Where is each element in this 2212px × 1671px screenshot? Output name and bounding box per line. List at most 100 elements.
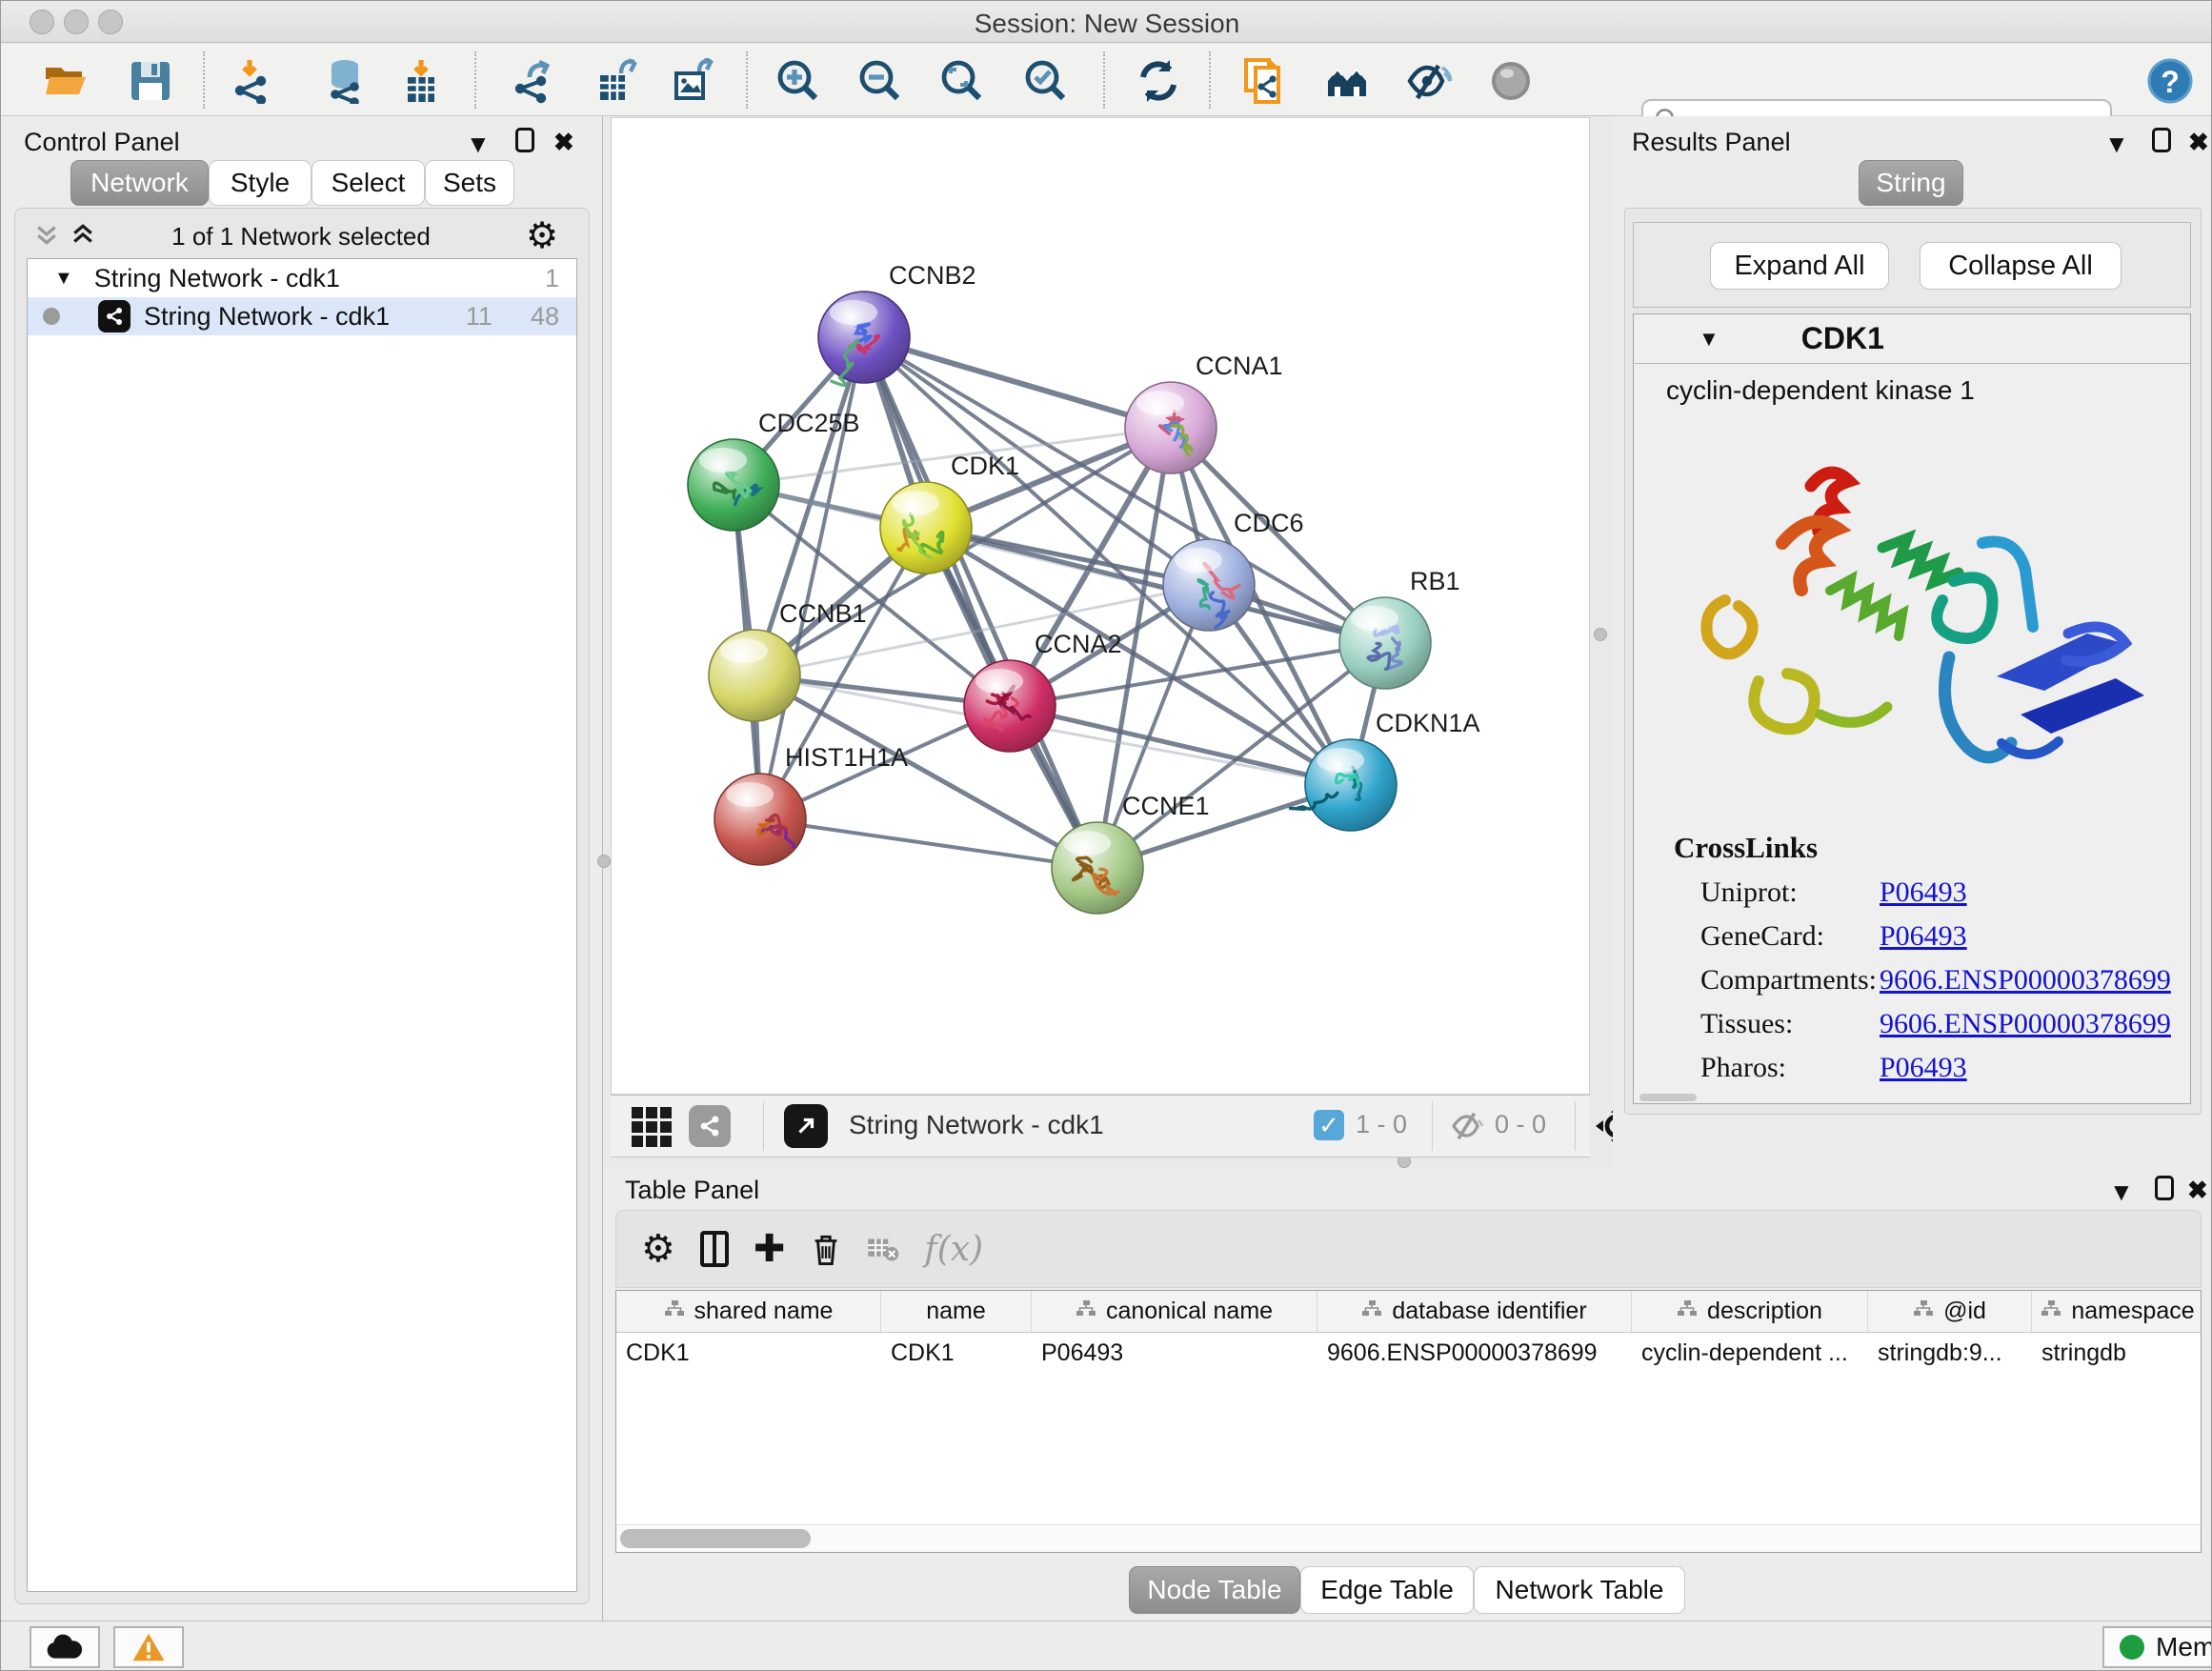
right-divider-handle[interactable] [1594, 628, 1607, 641]
network-canvas[interactable]: CCNB2CCNA1CDC25BCDK1CDC6RB1CCNB1CCNA2CDK… [611, 117, 1590, 1095]
cloud-status-button[interactable] [30, 1626, 100, 1668]
column-header-namespace[interactable]: namespace [2032, 1291, 2202, 1332]
node-ccne1[interactable]: CCNE1 [1052, 792, 1210, 914]
results-hscrollbar[interactable] [1639, 1094, 1697, 1101]
crosslink-link[interactable]: P06493 [1880, 1052, 1967, 1084]
table-cell[interactable]: stringdb:9... [1868, 1333, 2032, 1373]
table-hscrollbar-thumb[interactable] [620, 1529, 811, 1548]
clone-network-icon[interactable] [1239, 57, 1287, 105]
tab-sets[interactable]: Sets [425, 160, 514, 206]
left-divider-handle[interactable] [597, 855, 611, 868]
import-network-icon[interactable] [230, 57, 277, 105]
add-column-icon[interactable]: ✚ [754, 1227, 786, 1271]
tab-node-table[interactable]: Node Table [1129, 1566, 1300, 1614]
node-hist1h1a[interactable]: HIST1H1A [714, 743, 908, 865]
float-panel-icon[interactable]: ▼ [2109, 1178, 2134, 1207]
tab-network-table[interactable]: Network Table [1474, 1566, 1685, 1614]
node-cdkn1a[interactable]: CDKN1A [1290, 709, 1479, 831]
close-panel-icon[interactable]: ✖ [2188, 128, 2209, 157]
home-icon[interactable] [1323, 57, 1371, 105]
network-options-gear-icon[interactable]: ⚙ [526, 214, 558, 257]
export-network-icon[interactable] [510, 57, 557, 105]
node-rb1[interactable]: RB1 [1339, 567, 1460, 689]
sphere-highlight [699, 448, 747, 473]
close-panel-icon[interactable]: ✖ [2187, 1176, 2208, 1205]
maximize-panel-icon[interactable] [2152, 128, 2171, 152]
table-cell[interactable]: P06493 [1032, 1333, 1317, 1373]
memory-button[interactable]: Memory [2102, 1626, 2212, 1668]
function-builder-icon[interactable]: f(x) [924, 1230, 983, 1269]
collapse-all-networks-icon[interactable] [32, 220, 61, 249]
column-header--id[interactable]: @id [1868, 1291, 2032, 1332]
network-graph[interactable]: CCNB2CCNA1CDC25BCDK1CDC6RB1CCNB1CCNA2CDK… [612, 118, 1589, 1094]
expand-all-button[interactable]: Expand All [1710, 242, 1889, 290]
expand-all-networks-icon[interactable] [69, 220, 97, 249]
memory-status-dot [2120, 1635, 2144, 1660]
collapse-all-button[interactable]: Collapse All [1920, 242, 2122, 290]
table-row[interactable]: CDK1CDK1P064939606.ENSP00000378699cyclin… [616, 1333, 2201, 1373]
sphere-highlight [1136, 391, 1184, 415]
collection-expander-icon[interactable]: ▼ [54, 268, 73, 290]
import-table-icon[interactable] [397, 57, 445, 105]
hide-unhide-icon[interactable] [1405, 57, 1453, 105]
table-cell[interactable]: stringdb [2032, 1333, 2202, 1373]
string-view-icon[interactable] [689, 1105, 731, 1147]
column-header-name[interactable]: name [881, 1291, 1032, 1332]
edge[interactable] [864, 337, 1171, 428]
zoom-in-icon[interactable] [774, 57, 822, 105]
column-header-database-identifier[interactable]: database identifier [1317, 1291, 1632, 1332]
node-ccnb2[interactable]: CCNB2 [818, 261, 976, 385]
node-label: CCNA2 [1035, 630, 1122, 658]
tab-edge-table[interactable]: Edge Table [1300, 1566, 1474, 1614]
edge[interactable] [760, 819, 1097, 868]
birdseye-grid-icon[interactable] [632, 1107, 672, 1147]
open-session-icon[interactable] [43, 57, 90, 105]
save-session-icon[interactable] [127, 57, 174, 105]
network-row-selected[interactable]: String Network - cdk1 11 48 [28, 297, 576, 335]
table-cell[interactable]: cyclin-dependent ... [1632, 1333, 1868, 1373]
export-table-icon[interactable] [593, 57, 641, 105]
open-in-window-icon[interactable] [784, 1104, 828, 1148]
tab-select[interactable]: Select [312, 160, 425, 206]
zoom-selected-icon[interactable] [1022, 57, 1070, 105]
node-cdk1[interactable]: CDK1 [880, 452, 1019, 574]
crosslink-link[interactable]: P06493 [1880, 876, 1967, 909]
column-header-shared-name[interactable]: shared name [616, 1291, 881, 1332]
show-columns-icon[interactable] [700, 1231, 729, 1267]
edge[interactable] [1010, 706, 1351, 785]
delete-column-icon[interactable] [810, 1231, 842, 1267]
float-panel-icon[interactable]: ▼ [466, 130, 491, 159]
node-ccnb1[interactable]: CCNB1 [709, 599, 867, 721]
zoom-fit-icon[interactable] [938, 57, 986, 105]
gene-card-header[interactable]: ▼ CDK1 [1634, 314, 2190, 364]
table-cell[interactable]: 9606.ENSP00000378699 [1317, 1333, 1632, 1373]
table-settings-gear-icon[interactable]: ⚙ [641, 1227, 675, 1271]
tab-network[interactable]: Network [70, 160, 209, 206]
column-header-description[interactable]: description [1632, 1291, 1868, 1332]
tab-style[interactable]: Style [209, 160, 312, 206]
network-collection-row[interactable]: ▼ String Network - cdk1 1 [28, 259, 576, 297]
export-image-icon[interactable] [670, 57, 717, 105]
table-cell[interactable]: CDK1 [881, 1333, 1032, 1373]
maximize-panel-icon[interactable] [515, 128, 534, 152]
selected-items-checkbox[interactable]: ✓ [1314, 1110, 1344, 1140]
inactive-eye-icon[interactable] [1487, 57, 1535, 105]
node-ccna1[interactable]: CCNA1 [1125, 352, 1283, 473]
import-database-icon[interactable] [321, 57, 369, 105]
zoom-out-icon[interactable] [856, 57, 904, 105]
refresh-icon[interactable] [1135, 57, 1182, 105]
warning-status-button[interactable] [113, 1626, 184, 1668]
table-cell[interactable]: CDK1 [616, 1333, 881, 1373]
crosslink-link[interactable]: P06493 [1880, 920, 1967, 953]
crosslink-link[interactable]: 9606.ENSP00000378699 [1880, 964, 2171, 997]
edge[interactable] [864, 337, 1097, 868]
gene-expander-icon[interactable]: ▼ [1699, 327, 1719, 352]
maximize-panel-icon[interactable] [2155, 1176, 2174, 1200]
float-panel-icon[interactable]: ▼ [2104, 130, 2129, 159]
help-icon[interactable]: ? [2146, 57, 2194, 105]
table-hscrollbar[interactable] [615, 1524, 2202, 1553]
close-panel-icon[interactable]: ✖ [553, 128, 574, 157]
column-header-canonical-name[interactable]: canonical name [1032, 1291, 1317, 1332]
tab-string[interactable]: String [1859, 160, 1963, 206]
crosslink-link[interactable]: 9606.ENSP00000378699 [1880, 1008, 2171, 1040]
